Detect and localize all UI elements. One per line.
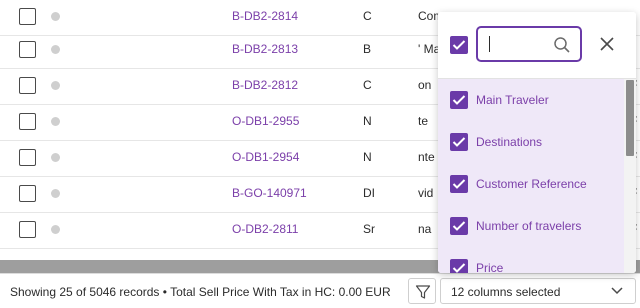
columns-select[interactable]: 12 columns selected	[440, 278, 636, 304]
checkmark-icon	[452, 221, 466, 231]
select-all-checkbox[interactable]	[450, 36, 468, 54]
column-option-checkbox[interactable]	[450, 175, 468, 193]
status-dot	[51, 12, 60, 21]
close-icon[interactable]	[599, 36, 615, 52]
filter-button[interactable]	[408, 278, 436, 304]
column-picker-header	[438, 12, 636, 79]
column-option-label: Main Traveler	[476, 93, 549, 107]
booking-ref-link[interactable]: B-DB2-2814	[232, 9, 298, 23]
column-option[interactable]: Customer Reference	[438, 163, 624, 205]
checkmark-icon	[452, 137, 466, 147]
cell-col4: N	[363, 114, 372, 128]
column-option-checkbox[interactable]	[450, 133, 468, 151]
booking-ref-link[interactable]: O-DB1-2954	[232, 150, 299, 164]
row-checkbox[interactable]	[19, 221, 36, 238]
column-option-label: Price	[476, 261, 504, 273]
status-dot	[51, 189, 60, 198]
booking-ref-link[interactable]: B-GO-140971	[232, 186, 307, 200]
checkmark-icon	[452, 179, 466, 189]
vertical-scrollbar-thumb[interactable]	[626, 80, 634, 156]
column-option[interactable]: Main Traveler	[438, 79, 624, 121]
row-checkbox[interactable]	[19, 113, 36, 130]
table-footer: Showing 25 of 5046 records • Total Sell …	[0, 273, 640, 308]
column-search-box[interactable]	[476, 26, 582, 62]
status-dot	[51, 117, 60, 126]
cell-col5: na	[418, 222, 432, 236]
booking-ref-link[interactable]: O-DB2-2811	[232, 222, 298, 236]
column-option[interactable]: Number of travelers	[438, 205, 624, 247]
cell-col5: te	[418, 114, 429, 128]
cell-col4: B	[363, 42, 372, 56]
cell-col5: nte	[418, 150, 435, 164]
column-option-checkbox[interactable]	[450, 259, 468, 273]
status-dot	[51, 45, 60, 54]
filter-icon	[415, 285, 431, 299]
column-options-list: Main Traveler Destinations Customer Refe…	[438, 79, 624, 273]
cell-col4: C	[363, 78, 372, 92]
column-option[interactable]: Destinations	[438, 121, 624, 163]
chevron-down-icon	[611, 287, 623, 295]
column-option-checkbox[interactable]	[450, 91, 468, 109]
row-checkbox[interactable]	[19, 41, 36, 58]
checkmark-icon	[452, 40, 466, 50]
row-checkbox[interactable]	[19, 8, 36, 25]
status-dot	[51, 225, 60, 234]
row-checkbox[interactable]	[19, 149, 36, 166]
records-summary: Showing 25 of 5046 records • Total Sell …	[10, 285, 391, 299]
column-option-label: Customer Reference	[476, 177, 587, 191]
cell-col4: Sr	[363, 222, 375, 236]
cell-col4: C	[363, 9, 372, 23]
column-option-label: Number of travelers	[476, 219, 582, 233]
column-option-label: Destinations	[476, 135, 543, 149]
checkmark-icon	[452, 263, 466, 273]
column-option-checkbox[interactable]	[450, 217, 468, 235]
booking-ref-link[interactable]: B-DB2-2813	[232, 42, 298, 56]
checkmark-icon	[452, 95, 466, 105]
booking-ref-link[interactable]: O-DB1-2955	[232, 114, 299, 128]
cell-col4: N	[363, 150, 372, 164]
columns-select-value: 12 columns selected	[451, 285, 561, 299]
status-dot	[51, 153, 60, 162]
search-icon[interactable]	[553, 36, 571, 54]
cell-col5: ' Ma	[418, 42, 441, 56]
cell-col5: on	[418, 78, 432, 92]
column-option[interactable]: Price	[438, 247, 624, 273]
cell-col4: DI	[363, 186, 375, 200]
column-picker-dropdown: Main Traveler Destinations Customer Refe…	[438, 12, 636, 273]
row-checkbox[interactable]	[19, 77, 36, 94]
row-checkbox[interactable]	[19, 185, 36, 202]
cell-col5: vid	[418, 186, 434, 200]
booking-ref-link[interactable]: B-DB2-2812	[232, 78, 298, 92]
text-cursor	[489, 36, 490, 52]
status-dot	[51, 81, 60, 90]
column-search-input[interactable]	[486, 35, 554, 55]
